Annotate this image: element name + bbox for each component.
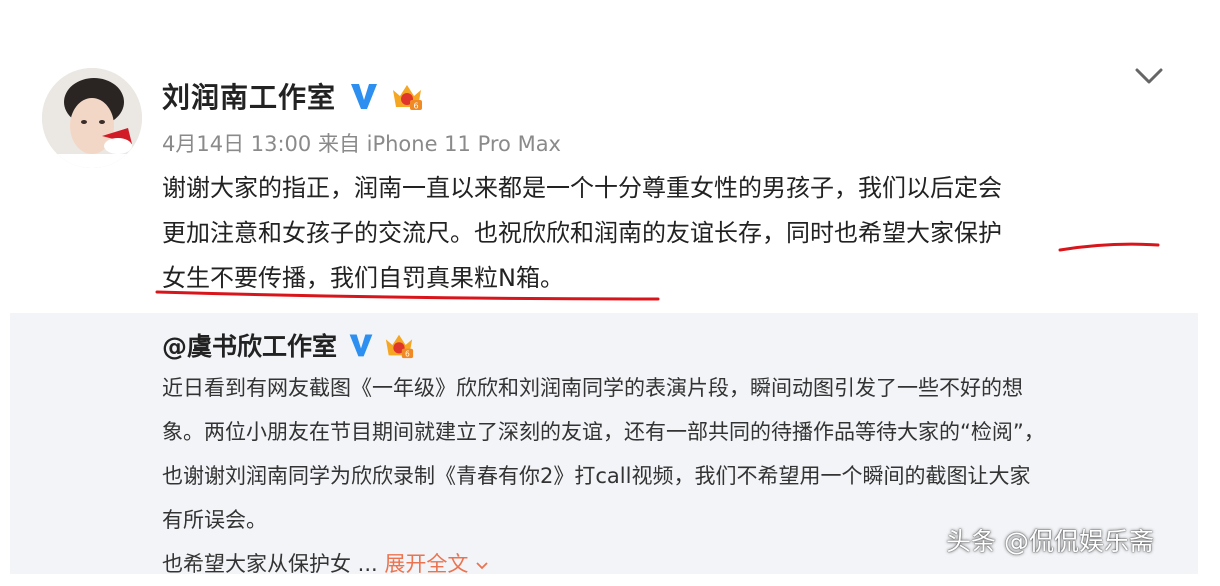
member-crown-icon: 6 [385,334,414,359]
quoted-text-line: 象。两位小朋友在节目期间就建立了深刻的友谊，还有一部共同的待播作品等待大家的“检… [162,420,1045,444]
quoted-author-row: @虞书欣工作室 6 [162,327,415,363]
chevron-down-icon[interactable] [1132,64,1166,88]
quoted-text-line: 也谢谢刘润南同学为欣欣录制《青春有你2》打call视频，我们不希望用一个瞬间的截… [162,464,1031,488]
post-author-row: 刘润南工作室 6 [162,76,424,116]
watermark: 头条 @侃侃娱乐斋 [946,527,1154,556]
chevron-down-icon [476,562,488,570]
avatar[interactable] [42,68,142,168]
post-text-line: 女生不要传播，我们自罚真果粒N箱。 [162,264,564,292]
quoted-text-truncated: 也希望大家从保护女 ... [162,552,378,576]
member-crown-icon: 6 [393,85,423,111]
svg-text:6: 6 [405,350,410,359]
svg-text:6: 6 [413,102,418,111]
post-text: 谢谢大家的指正，润南一直以来都是一个十分尊重女性的男孩子，我们以后定会 更加注意… [162,166,1162,301]
avatar-image [42,68,142,168]
expand-full-text-link[interactable]: 展开全文 [384,552,489,576]
verified-v-icon [351,84,378,109]
post-text-line: 谢谢大家的指正，润南一直以来都是一个十分尊重女性的男孩子，我们以后定会 [162,174,1002,202]
quoted-author-name[interactable]: @虞书欣工作室 [162,327,337,363]
post-author-name[interactable]: 刘润南工作室 [162,76,336,116]
quoted-text-line: 近日看到有网友截图《一年级》欣欣和刘润南同学的表演片段，瞬间动图引发了一些不好的… [162,376,1023,400]
expand-label: 展开全文 [384,552,469,576]
post-text-line: 更加注意和女孩子的交流尺。也祝欣欣和润南的友谊长存，同时也希望大家保护 [162,219,1002,247]
post-meta: 4月14日 13:00 来自 iPhone 11 Pro Max [162,132,561,156]
verified-v-icon [349,334,373,357]
